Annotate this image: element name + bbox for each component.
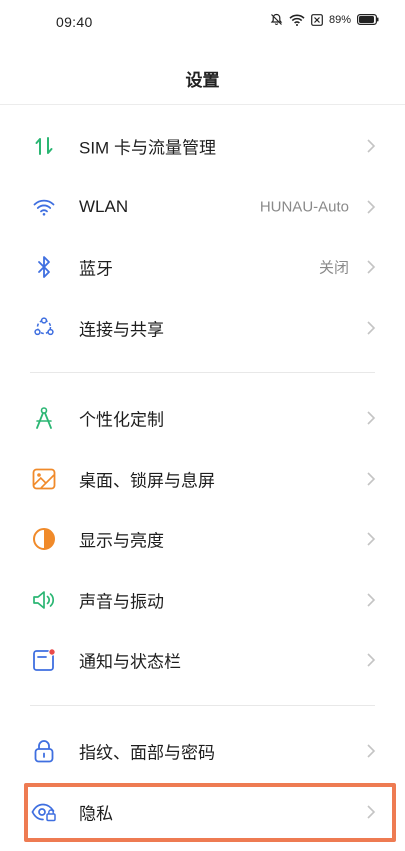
settings-item-personalization[interactable]: 个性化定制 [0, 388, 405, 449]
status-bar: 09:40 89% [0, 0, 405, 46]
no-sim-icon [311, 13, 323, 26]
wifi-setting-icon [31, 194, 57, 220]
chevron-right-icon [367, 139, 376, 153]
settings-item-home-lock-screen[interactable]: 桌面、锁屏与息屏 [0, 449, 405, 510]
brightness-icon [31, 526, 57, 552]
connection-sharing-label: 连接与共享 [79, 320, 164, 340]
settings-group-display: 个性化定制 桌面、锁屏与息屏 显示与亮度 声音与振动 通知与状态栏 [0, 388, 405, 691]
compass-drafting-icon [31, 405, 57, 431]
battery-icon [357, 14, 379, 25]
chevron-right-icon [367, 200, 376, 214]
fingerprint-face-password-label: 指纹、面部与密码 [79, 743, 215, 763]
wifi-icon [289, 14, 305, 26]
section-divider [30, 372, 375, 373]
home-lock-screen-label: 桌面、锁屏与息屏 [79, 471, 215, 491]
chevron-right-icon [367, 321, 376, 335]
settings-item-connection-sharing[interactable]: 连接与共享 [0, 298, 405, 359]
page-title: 设置 [185, 71, 220, 90]
sim-data-icon [31, 133, 57, 159]
mute-bell-icon [270, 13, 283, 26]
wlan-label: WLAN [79, 196, 129, 216]
chevron-right-icon [367, 472, 376, 486]
section-divider [30, 705, 375, 706]
chevron-right-icon [367, 260, 376, 274]
bluetooth-label: 蓝牙 [79, 259, 113, 279]
settings-item-display-brightness[interactable]: 显示与亮度 [0, 509, 405, 570]
connection-share-icon [31, 315, 57, 341]
settings-item-notifications[interactable]: 通知与状态栏 [0, 630, 405, 691]
sim-label: SIM 卡与流量管理 [79, 138, 216, 158]
settings-item-sim[interactable]: SIM 卡与流量管理 [0, 116, 405, 177]
wallpaper-icon [31, 466, 57, 492]
wlan-value: HUNAU-Auto [259, 198, 349, 216]
chevron-right-icon [367, 532, 376, 546]
personalization-label: 个性化定制 [79, 410, 164, 430]
chevron-right-icon [367, 411, 376, 425]
speaker-icon [31, 587, 57, 613]
status-icons: 89% [270, 13, 379, 26]
bluetooth-value: 关闭 [318, 259, 349, 277]
notifications-label: 通知与状态栏 [79, 652, 181, 672]
settings-item-wlan[interactable]: WLAN HUNAU-Auto [0, 177, 405, 238]
settings-item-fingerprint-face-password[interactable]: 指纹、面部与密码 [0, 721, 405, 782]
settings-item-bluetooth[interactable]: 蓝牙 关闭 [0, 237, 405, 298]
status-time: 09:40 [56, 14, 93, 30]
settings-group-connectivity: SIM 卡与流量管理 WLAN HUNAU-Auto 蓝牙 关闭 连接与共享 [0, 116, 405, 358]
settings-item-sound-vibration[interactable]: 声音与振动 [0, 570, 405, 631]
title-bar: 设置 [0, 46, 405, 105]
privacy-highlight-box [24, 783, 396, 842]
chevron-right-icon [367, 744, 376, 758]
chevron-right-icon [367, 653, 376, 667]
lock-icon [31, 738, 57, 764]
notification-icon [31, 647, 57, 673]
display-brightness-label: 显示与亮度 [79, 531, 164, 551]
sound-vibration-label: 声音与振动 [79, 592, 164, 612]
battery-percent: 89% [328, 13, 351, 26]
bluetooth-icon [31, 254, 57, 280]
chevron-right-icon [367, 593, 376, 607]
